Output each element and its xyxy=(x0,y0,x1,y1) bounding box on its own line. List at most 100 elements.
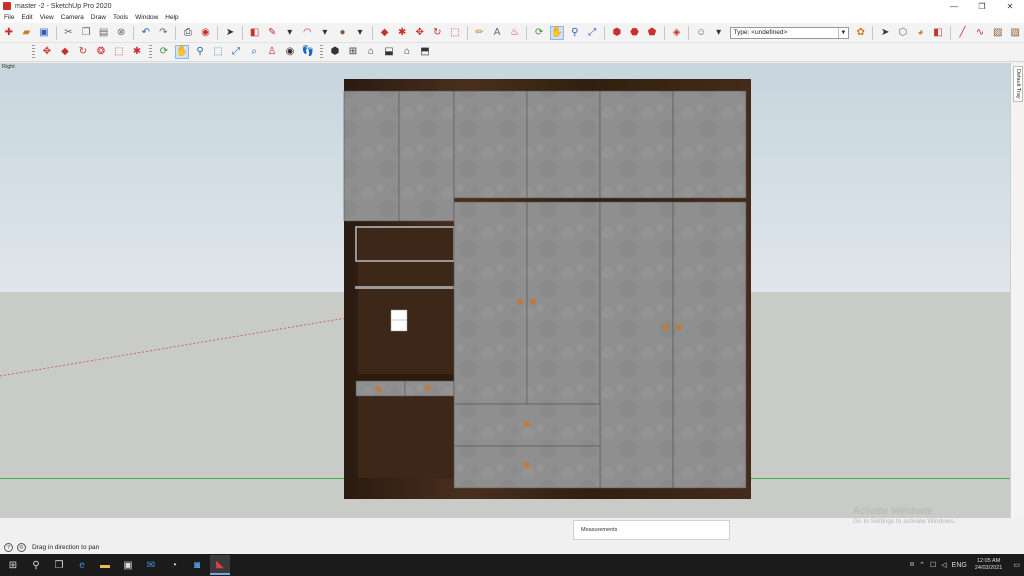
offset-tool-icon[interactable]: ✱ xyxy=(130,45,144,59)
position-camera-icon[interactable]: ♙ xyxy=(265,45,279,59)
wardrobe-model[interactable] xyxy=(0,63,1010,518)
eraser-icon[interactable]: ◧ xyxy=(248,26,262,40)
followme-tool-icon[interactable]: ❂ xyxy=(94,45,108,59)
edge-browser-icon[interactable]: e xyxy=(72,555,92,575)
app-icon[interactable]: ◔ xyxy=(164,555,184,575)
right-view-icon[interactable]: ⬓ xyxy=(382,45,396,59)
menu-view[interactable]: View xyxy=(40,14,54,21)
pencil-line-icon[interactable]: ✎ xyxy=(265,26,279,40)
rectangle-icon[interactable]: ▨ xyxy=(991,26,1005,40)
menu-draw[interactable]: Draw xyxy=(91,14,106,21)
line-dropdown-icon[interactable]: ▾ xyxy=(283,26,297,40)
move-tool-icon[interactable]: ✥ xyxy=(40,45,54,59)
windows-start-icon[interactable]: ⊞ xyxy=(3,555,23,575)
search-icon[interactable]: ⚲ xyxy=(26,555,46,575)
shape-icon[interactable]: ● xyxy=(336,26,350,40)
zoom-extents-icon[interactable]: ⤢ xyxy=(586,26,600,40)
pan-hand-icon[interactable]: ✋ xyxy=(549,25,564,40)
warehouse-icon[interactable]: ⬢ xyxy=(610,26,624,40)
left-view-icon[interactable]: ⬒ xyxy=(418,45,432,59)
menu-edit[interactable]: Edit xyxy=(21,14,32,21)
paint-bucket-icon[interactable]: ♨ xyxy=(508,26,522,40)
orbit-icon[interactable]: ⟳ xyxy=(532,26,546,40)
zoom-extents-tool-icon[interactable]: ⤢ xyxy=(229,45,243,59)
extension-warehouse-icon[interactable]: ⬟ xyxy=(645,26,659,40)
menu-window[interactable]: Window xyxy=(135,14,158,21)
people-icon[interactable]: ⍝ xyxy=(910,561,914,569)
chevron-down-icon[interactable]: ▼ xyxy=(837,27,848,38)
walk-icon[interactable]: 👣 xyxy=(301,45,315,59)
store-icon[interactable]: ▣ xyxy=(118,555,138,575)
save-icon[interactable]: ▣ xyxy=(37,26,51,40)
look-around-icon[interactable]: ◉ xyxy=(283,45,297,59)
push-pull-icon[interactable]: ◆ xyxy=(378,26,392,40)
tape-measure-icon[interactable]: ✏ xyxy=(473,26,487,40)
account-icon[interactable]: ☺ xyxy=(694,26,708,40)
menu-file[interactable]: File xyxy=(4,14,14,21)
component-icon[interactable]: ⬡ xyxy=(896,26,910,40)
arc-icon[interactable]: ◠ xyxy=(301,26,315,40)
chevron-up-icon[interactable]: ⌃ xyxy=(919,561,925,569)
select-tool-icon[interactable]: ➤ xyxy=(878,26,892,40)
front-view-icon[interactable]: ⌂ xyxy=(364,45,378,59)
classifier-icon[interactable]: ✿ xyxy=(854,26,868,40)
back-view-icon[interactable]: ⌂ xyxy=(400,45,414,59)
freehand-icon[interactable]: ∿ xyxy=(973,26,987,40)
pushpull-tool-icon[interactable]: ◆ xyxy=(58,45,72,59)
language-indicator[interactable]: ENG xyxy=(952,562,967,569)
undo-icon[interactable]: ↶ xyxy=(139,26,153,40)
redo-icon[interactable]: ↷ xyxy=(157,26,171,40)
sketchup-taskbar-icon[interactable]: ◣ xyxy=(210,555,230,575)
scale-icon[interactable]: ⬚ xyxy=(448,26,462,40)
paint-icon[interactable]: ◕ xyxy=(914,26,928,40)
maximize-button[interactable]: ❐ xyxy=(968,0,996,12)
share-model-icon[interactable]: ⬣ xyxy=(628,26,642,40)
line-tool-icon[interactable]: ╱ xyxy=(956,26,970,40)
volume-icon[interactable]: ◁ xyxy=(941,561,946,569)
menu-tools[interactable]: Tools xyxy=(113,14,128,21)
type-select[interactable]: Type: <undefined> ▼ xyxy=(730,26,849,39)
toolbar-grip[interactable] xyxy=(149,45,152,59)
menu-camera[interactable]: Camera xyxy=(61,14,84,21)
network-icon[interactable]: ☐ xyxy=(930,561,936,569)
credits-icon[interactable]: © xyxy=(17,543,26,552)
select-arrow-icon[interactable]: ➤ xyxy=(223,26,237,40)
zoom-window-icon[interactable]: ⬚ xyxy=(211,45,225,59)
previous-view-icon[interactable]: ⌕ xyxy=(247,45,261,59)
model-info-icon[interactable]: ◉ xyxy=(199,26,213,40)
minimize-button[interactable]: — xyxy=(940,0,968,12)
chat-icon[interactable]: ◙ xyxy=(187,555,207,575)
rotated-rectangle-icon[interactable]: ▧ xyxy=(1008,26,1022,40)
rotate-tool-icon[interactable]: ↻ xyxy=(76,45,90,59)
notifications-icon[interactable]: ▭ xyxy=(1013,561,1020,569)
geo-location-icon[interactable]: ? xyxy=(4,543,13,552)
cut-icon[interactable]: ✂ xyxy=(62,26,76,40)
shape-dropdown-icon[interactable]: ▾ xyxy=(353,26,367,40)
arc-dropdown-icon[interactable]: ▾ xyxy=(318,26,332,40)
new-file-icon[interactable]: ✚ xyxy=(2,26,16,40)
top-view-icon[interactable]: ⊞ xyxy=(346,45,360,59)
copy-icon[interactable]: ❐ xyxy=(79,26,93,40)
task-view-icon[interactable]: ❐ xyxy=(49,555,69,575)
toolbar-grip[interactable] xyxy=(32,45,35,59)
iso-view-icon[interactable]: ⬢ xyxy=(328,45,342,59)
pan-tool-icon[interactable]: ✋ xyxy=(175,45,189,59)
close-button[interactable]: ✕ xyxy=(996,0,1024,12)
rotate-icon[interactable]: ↻ xyxy=(431,26,445,40)
move-icon[interactable]: ✥ xyxy=(413,26,427,40)
print-icon[interactable]: ⎙ xyxy=(181,26,195,40)
zoom-icon[interactable]: ⚲ xyxy=(568,26,582,40)
model-viewport[interactable]: Right xyxy=(0,63,1010,518)
measurements-box[interactable]: Measurements xyxy=(573,520,730,540)
ruby-icon[interactable]: ◈ xyxy=(670,26,684,40)
file-explorer-icon[interactable]: ▬ xyxy=(95,555,115,575)
open-folder-icon[interactable]: ▰ xyxy=(20,26,34,40)
paste-icon[interactable]: ▤ xyxy=(97,26,111,40)
eraser-tool-icon[interactable]: ◧ xyxy=(931,26,945,40)
clock[interactable]: 12:05 AM 24/03/2021 xyxy=(975,558,1003,572)
menu-help[interactable]: Help xyxy=(165,14,178,21)
erase-icon[interactable]: ⊗ xyxy=(114,26,128,40)
scale-tool-icon[interactable]: ⬚ xyxy=(112,45,126,59)
text-icon[interactable]: A xyxy=(490,26,504,40)
orbit-tool-icon[interactable]: ⟳ xyxy=(157,45,171,59)
